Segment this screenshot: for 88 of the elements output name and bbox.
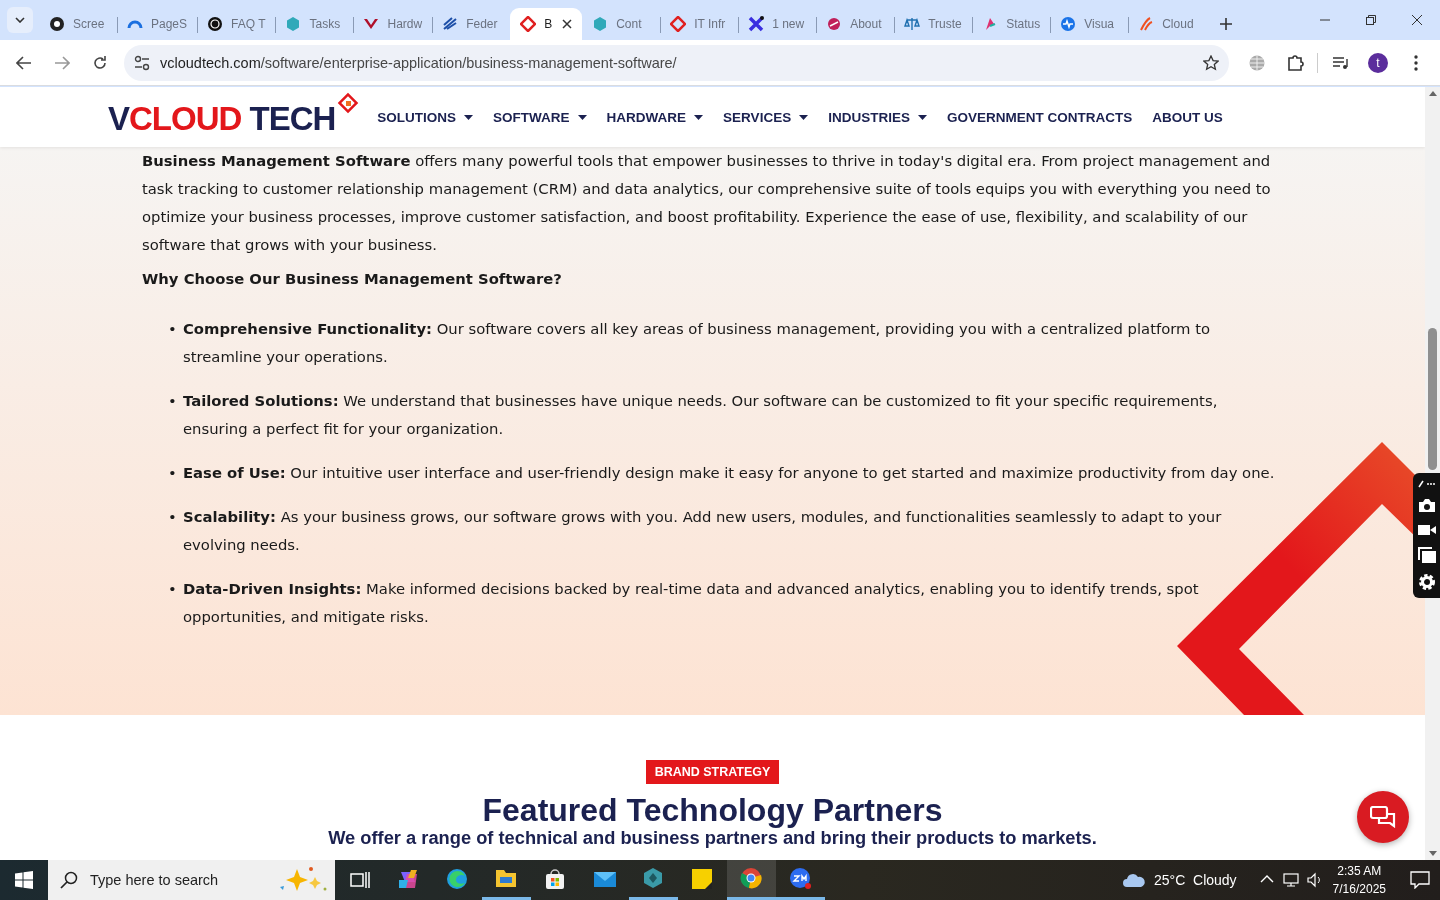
browser-tab[interactable]: FAQ T — [197, 8, 276, 40]
browser-tab[interactable]: About — [816, 8, 895, 40]
tab-list-button[interactable] — [7, 7, 33, 33]
section-badge: BRAND STRATEGY — [645, 760, 780, 784]
windows-logo-icon — [15, 871, 33, 889]
video-camera-icon[interactable] — [1417, 523, 1436, 537]
nav-menu-item[interactable]: INDUSTRIES — [828, 109, 927, 125]
browser-tab[interactable]: PageS — [117, 8, 198, 40]
browser-tab[interactable]: Tasks — [275, 8, 354, 40]
nav-menu-item[interactable]: ABOUT US — [1152, 109, 1223, 125]
plus-icon — [1220, 18, 1233, 30]
diamond-logo-icon — [520, 16, 537, 32]
diamond-logo-icon — [670, 16, 687, 32]
browser-tab[interactable]: 1 new — [738, 8, 817, 40]
swirl-browser-icon — [445, 868, 470, 892]
browser-tab[interactable]: Visua — [1050, 8, 1129, 40]
sticky-note-icon — [690, 868, 715, 892]
weather-widget[interactable]: 25°C Cloudy — [1121, 872, 1237, 888]
close-icon — [1412, 15, 1422, 25]
hexagon-icon — [592, 16, 609, 32]
benefit-text: Ease of Use: Our intuitive user interface and user-friendly design make it easy for anyone to get started and maximize productivity from day one. — [183, 463, 1275, 483]
cloud-icon — [1121, 872, 1146, 888]
scrollbar-thumb[interactable] — [1428, 328, 1437, 470]
nav-menu-item[interactable]: SOLUTIONS — [377, 109, 474, 125]
benefit-text: Comprehensive Functionality: Our software covers all key areas of business management, providing you with a centralized platform to streamline your operations. — [183, 319, 1211, 367]
bullet-marker: • — [168, 463, 175, 483]
puzzle-piece-icon — [1286, 53, 1304, 72]
browser-tab[interactable]: B — [510, 8, 583, 40]
nav-menu-item[interactable]: HARDWARE — [606, 109, 704, 125]
benefit-text: Data-Driven Insights: Make informed decisions backed by real-time data and advanced analytics, enabling you to identify trends, spot opportunities, and mitigate risks. — [183, 579, 1200, 627]
browser-tab[interactable]: Truste — [894, 8, 973, 40]
pen-dots-icon[interactable] — [1417, 480, 1436, 488]
more-dots-icon — [1414, 54, 1418, 71]
scroll-down-icon[interactable] — [1428, 851, 1437, 856]
bullet-marker: • — [168, 579, 175, 599]
partners-subtitle: We offer a range of technical and business partners and bring their products to markets. — [328, 828, 1097, 848]
swoosh-logo-icon — [1138, 16, 1155, 32]
nav-menu-item[interactable]: SOFTWARE — [493, 109, 587, 125]
url-text: vcloudtech.com/software/enterprise-application/business-management-software/ — [160, 54, 678, 71]
browser-tab[interactable]: Cont — [582, 8, 661, 40]
forward-arrow-icon — [54, 54, 70, 71]
benefit-text: Tailored Solutions: We understand that businesses have unique needs. Our software can be customized to fit your specific requirements, ensuring a perfect fit for your organization. — [183, 391, 1219, 439]
browser-tab[interactable]: Status — [972, 8, 1051, 40]
profile-avatar[interactable]: t — [1368, 52, 1388, 73]
browser-tab[interactable]: Hardw — [353, 8, 433, 40]
bullet-marker: • — [168, 319, 175, 339]
bullet-marker: • — [168, 507, 175, 527]
hexagon-icon — [285, 16, 302, 32]
star-icon[interactable] — [1203, 54, 1219, 71]
reload-icon — [92, 54, 108, 71]
nav-menu-item[interactable]: SERVICES — [723, 109, 809, 125]
benefit-text: Scalability: As your business grows, our software grows with you. Add new users, modules, and functionalities seamlessly to adapt to your evolving needs. — [183, 507, 1223, 555]
address-bar[interactable]: vcloudtech.com/software/enterprise-application/business-management-software/ — [124, 44, 1229, 81]
chat-bubble-icon — [1410, 871, 1430, 889]
camera-icon[interactable] — [1417, 498, 1436, 513]
clock-date[interactable]: 7/16/2025 — [1332, 880, 1386, 898]
x-logo-icon — [748, 16, 765, 32]
window-stack-icon[interactable] — [1417, 547, 1436, 563]
close-icon[interactable] — [562, 19, 573, 29]
camera-lens-icon — [49, 16, 65, 32]
speaker-icon — [1306, 872, 1323, 888]
scroll-up-icon[interactable] — [1428, 91, 1437, 96]
intro-paragraph: Business Management Software offers many powerful tools that empower businesses to thrive in today's digital era. From project management and task tracking to customer relationship management (CRM) and data analytics, our comprehensive suite of tools equips you with everything you need to optimize your business processes, improve customer satisfaction, and boost profitability. Experience the ease of use, flexibility, and scalability of our software that grows with your business. — [142, 151, 1272, 255]
nav-menu-item[interactable]: GOVERNMENT CONTRACTS — [946, 109, 1133, 125]
browser-tab[interactable]: Feder — [432, 8, 511, 40]
restore-icon — [1366, 15, 1376, 25]
site-settings-icon[interactable] — [134, 54, 150, 71]
browser-tab[interactable]: IT Infr — [660, 8, 739, 40]
chevron-down-icon — [15, 17, 25, 23]
pulse-icon — [1060, 16, 1077, 32]
clock-time[interactable]: 2:35 AM — [1337, 862, 1382, 880]
site-logo[interactable]: VCLOUD TECH — [108, 96, 336, 138]
browser-tab[interactable]: Scree — [39, 8, 117, 40]
chrome-browser-icon — [739, 866, 764, 891]
task-view-icon — [349, 871, 370, 889]
chat-bubbles-icon — [1370, 806, 1396, 828]
gear-icon[interactable] — [1417, 573, 1436, 591]
scales-icon — [904, 16, 921, 32]
browser-tab[interactable]: Cloud — [1128, 8, 1207, 40]
partners-heading: Featured Technology Partners — [482, 792, 943, 828]
video-app-icon — [788, 866, 813, 891]
bullet-marker: • — [168, 391, 175, 411]
back-arrow-icon — [16, 54, 32, 71]
network-icon — [1282, 872, 1299, 888]
section-heading: Why Choose Our Business Management Software? — [142, 269, 563, 289]
globe-icon — [1248, 53, 1266, 72]
search-icon — [60, 871, 78, 889]
search-field[interactable]: Type here to search — [48, 860, 335, 900]
